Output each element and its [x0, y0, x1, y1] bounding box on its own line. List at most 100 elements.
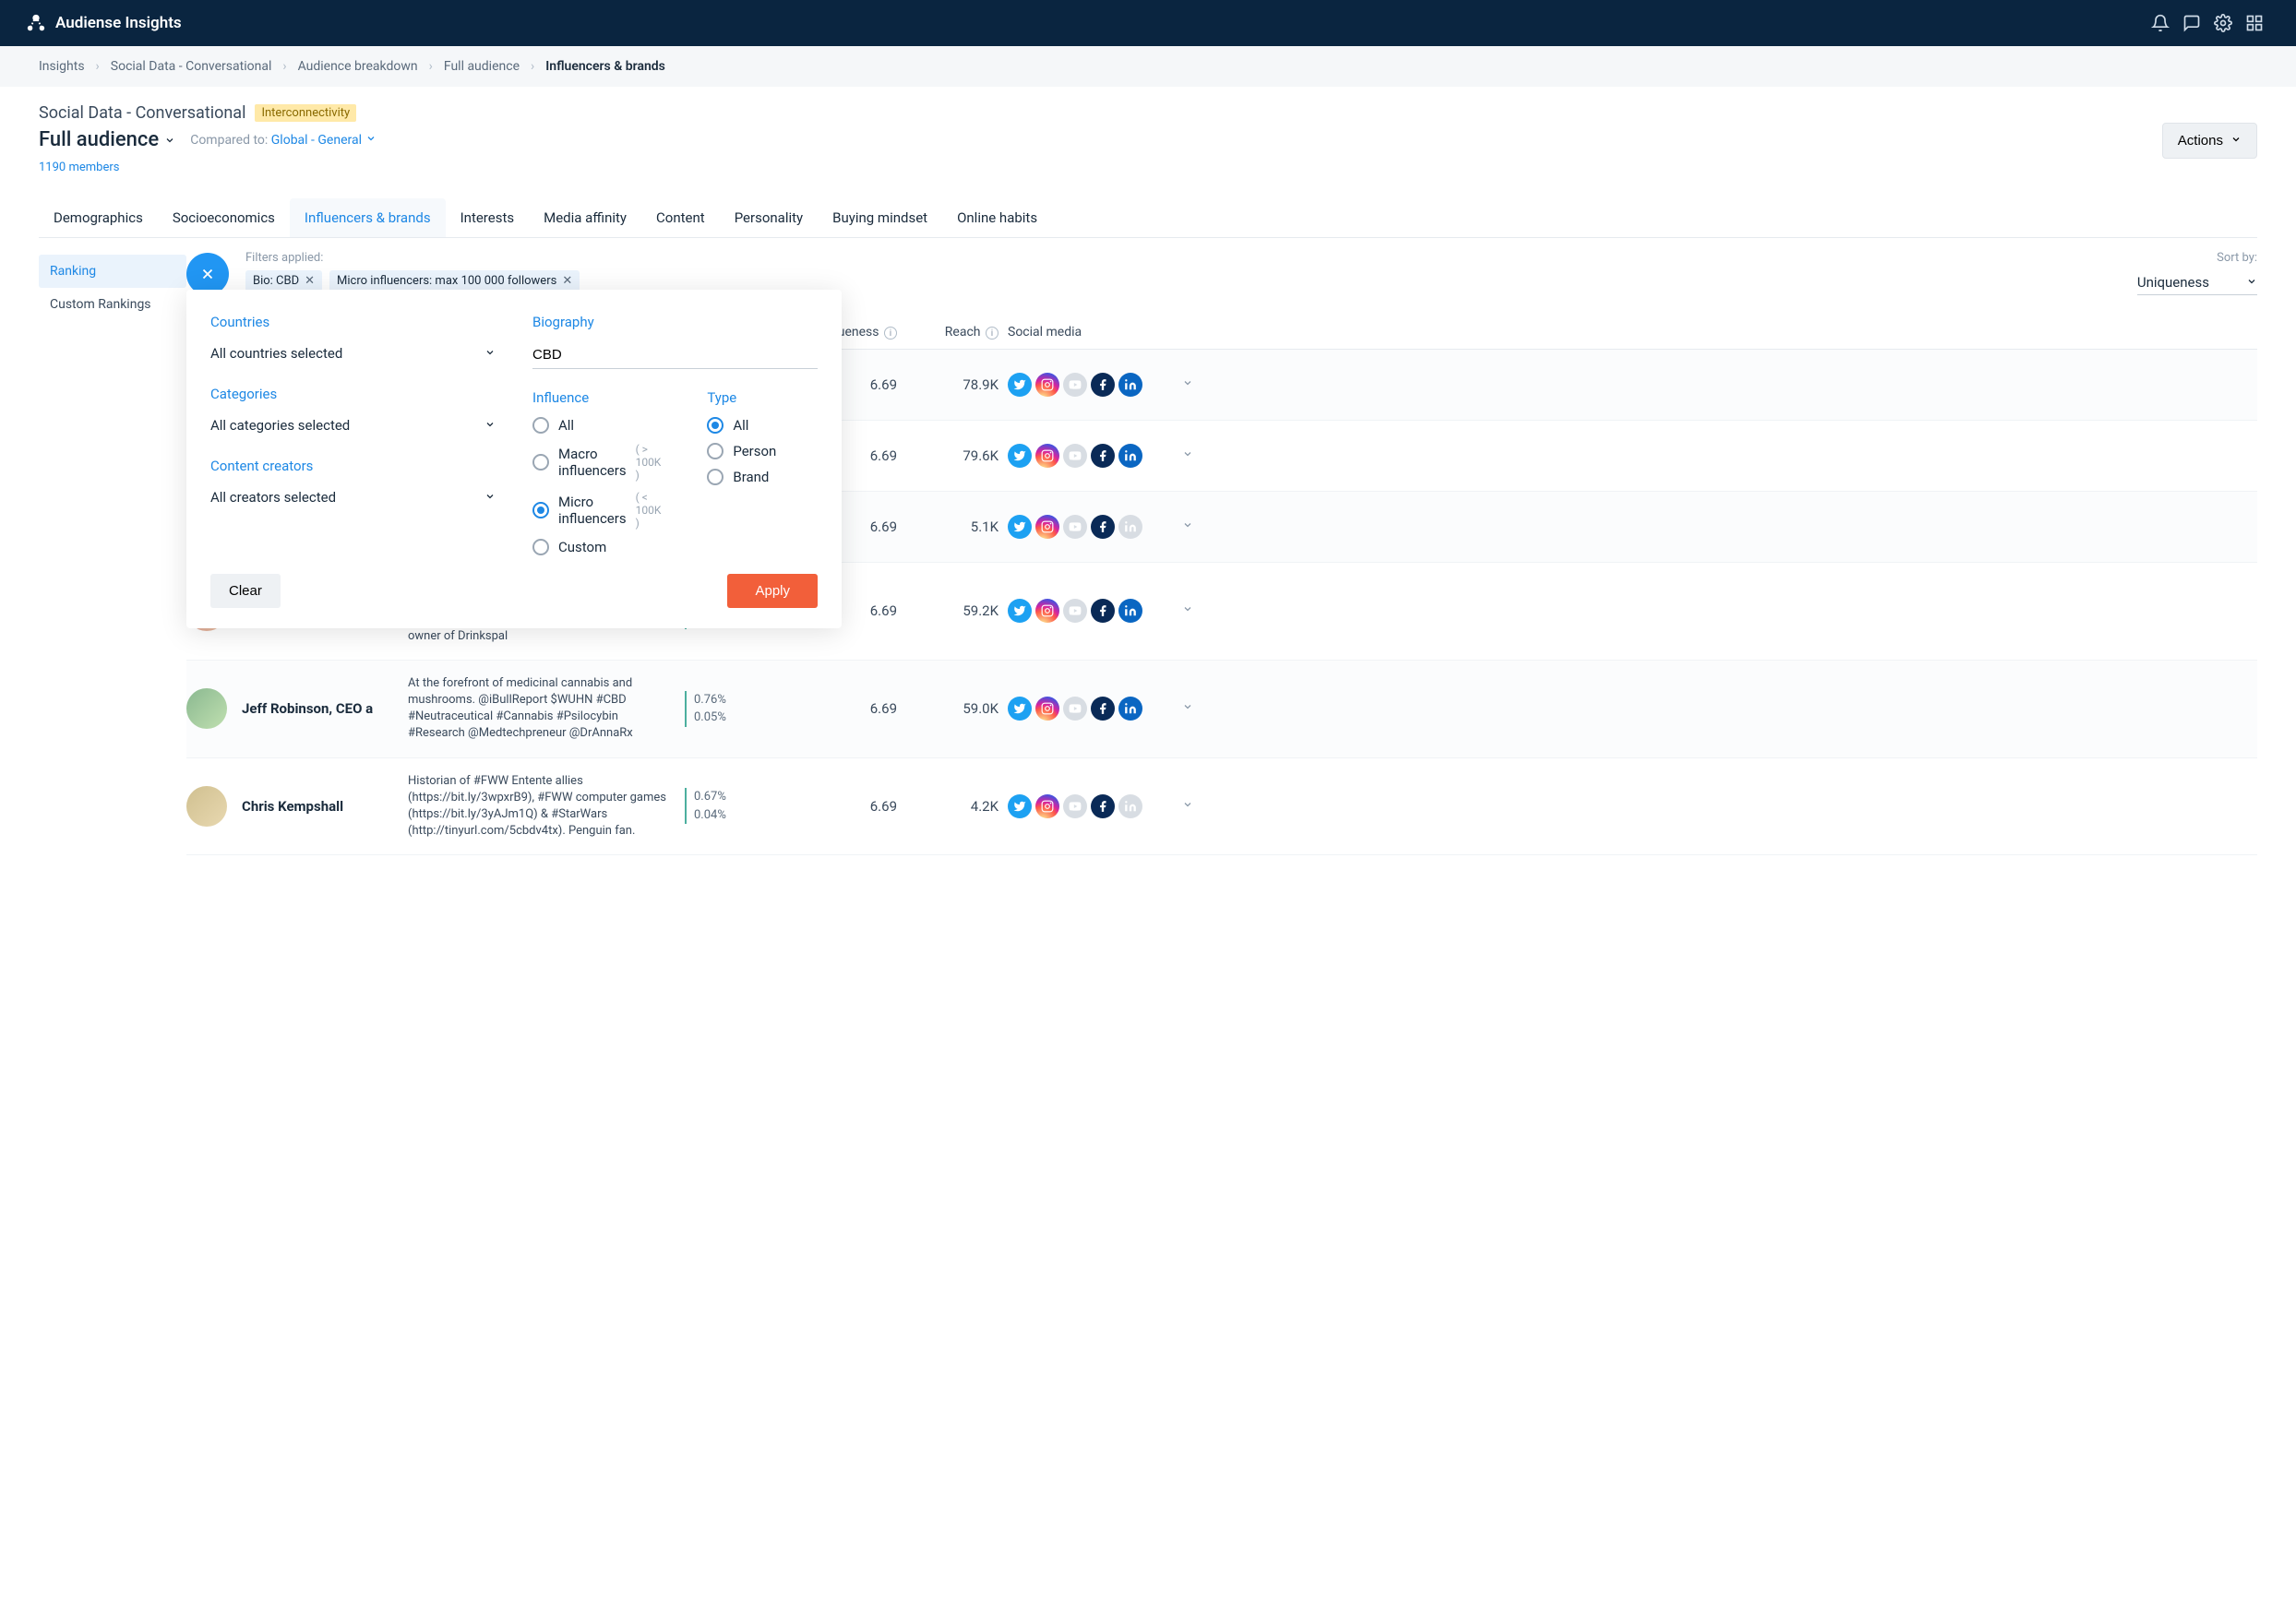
- radio-icon: [532, 454, 549, 471]
- tab-interests[interactable]: Interests: [446, 198, 530, 237]
- type-option[interactable]: Brand: [707, 469, 818, 485]
- filter-panel: Countries All countries selected Categor…: [186, 290, 842, 628]
- reach-value: 59.0K: [906, 700, 999, 717]
- influence-option[interactable]: Macro influencers( > 100K ): [532, 443, 661, 482]
- expand-row[interactable]: [1174, 377, 1202, 392]
- youtube-icon[interactable]: [1063, 599, 1087, 623]
- chevron-down-icon: [2246, 274, 2257, 291]
- tabs: DemographicsSocioeconomicsInfluencers & …: [39, 198, 2257, 238]
- filter-chip: Micro influencers: max 100 000 followers…: [329, 270, 580, 292]
- clear-button[interactable]: Clear: [210, 574, 281, 608]
- chevron-down-icon: [484, 417, 496, 434]
- expand-row[interactable]: [1174, 701, 1202, 716]
- tab-online-habits[interactable]: Online habits: [942, 198, 1052, 237]
- expand-row[interactable]: [1174, 519, 1202, 534]
- sidebar-item-ranking[interactable]: Ranking: [39, 255, 186, 288]
- influencer-name[interactable]: Jeff Robinson, CEO a: [242, 700, 399, 717]
- creators-dropdown[interactable]: All creators selected: [210, 485, 496, 509]
- breadcrumb-item[interactable]: Full audience: [444, 59, 520, 74]
- youtube-icon[interactable]: [1063, 373, 1087, 397]
- tab-content[interactable]: Content: [641, 198, 720, 237]
- influence-heading: Influence: [532, 389, 661, 406]
- linkedin-icon[interactable]: [1118, 515, 1142, 539]
- youtube-icon[interactable]: [1063, 444, 1087, 468]
- countries-dropdown[interactable]: All countries selected: [210, 341, 496, 365]
- tab-buying-mindset[interactable]: Buying mindset: [818, 198, 942, 237]
- reach-value: 78.9K: [906, 376, 999, 393]
- influence-option[interactable]: All: [532, 417, 661, 434]
- facebook-icon[interactable]: [1091, 373, 1115, 397]
- radio-icon: [532, 539, 549, 555]
- apply-button[interactable]: Apply: [727, 574, 818, 608]
- influence-option[interactable]: Custom: [532, 539, 661, 555]
- facebook-icon[interactable]: [1091, 444, 1115, 468]
- facebook-icon[interactable]: [1091, 599, 1115, 623]
- instagram-icon[interactable]: [1035, 599, 1059, 623]
- countries-heading: Countries: [210, 314, 496, 330]
- settings-icon[interactable]: [2207, 7, 2239, 39]
- app-logo[interactable]: Audiense Insights: [26, 13, 182, 33]
- linkedin-icon[interactable]: [1118, 444, 1142, 468]
- info-icon[interactable]: i: [884, 327, 897, 340]
- notifications-icon[interactable]: [2145, 7, 2176, 39]
- twitter-icon[interactable]: [1008, 373, 1032, 397]
- categories-dropdown[interactable]: All categories selected: [210, 413, 496, 437]
- chat-icon[interactable]: [2176, 7, 2207, 39]
- youtube-icon[interactable]: [1063, 515, 1087, 539]
- tab-demographics[interactable]: Demographics: [39, 198, 158, 237]
- main-content: Filters applied: Bio: CBD✕Micro influenc…: [186, 238, 2257, 855]
- twitter-icon[interactable]: [1008, 794, 1032, 818]
- expand-row[interactable]: [1174, 603, 1202, 618]
- twitter-icon[interactable]: [1008, 697, 1032, 721]
- instagram-icon[interactable]: [1035, 444, 1059, 468]
- breadcrumb-separator: ›: [531, 59, 534, 74]
- social-links: [1008, 515, 1165, 539]
- facebook-icon[interactable]: [1091, 794, 1115, 818]
- sort-dropdown[interactable]: Uniqueness: [2137, 270, 2257, 295]
- influencer-name[interactable]: Chris Kempshall: [242, 798, 399, 815]
- instagram-icon[interactable]: [1035, 373, 1059, 397]
- compared-link[interactable]: Global - General: [271, 133, 377, 148]
- info-icon[interactable]: i: [986, 327, 999, 340]
- chip-remove-icon[interactable]: ✕: [562, 274, 572, 288]
- youtube-icon[interactable]: [1063, 697, 1087, 721]
- breadcrumb-item[interactable]: Audience breakdown: [298, 59, 418, 74]
- instagram-icon[interactable]: [1035, 794, 1059, 818]
- expand-row[interactable]: [1174, 448, 1202, 463]
- breadcrumb-separator: ›: [96, 59, 100, 74]
- expand-row[interactable]: [1174, 799, 1202, 814]
- chip-remove-icon[interactable]: ✕: [305, 274, 315, 288]
- tab-media-affinity[interactable]: Media affinity: [529, 198, 641, 237]
- type-option[interactable]: Person: [707, 443, 818, 459]
- facebook-icon[interactable]: [1091, 697, 1115, 721]
- linkedin-icon[interactable]: [1118, 599, 1142, 623]
- instagram-icon[interactable]: [1035, 515, 1059, 539]
- facebook-icon[interactable]: [1091, 515, 1115, 539]
- audience-dropdown[interactable]: Full audience: [39, 128, 175, 151]
- avatar: [186, 688, 227, 729]
- twitter-icon[interactable]: [1008, 444, 1032, 468]
- chevron-down-icon: [2230, 133, 2242, 149]
- youtube-icon[interactable]: [1063, 794, 1087, 818]
- tab-influencers-brands[interactable]: Influencers & brands: [290, 198, 446, 237]
- breadcrumb-item[interactable]: Insights: [39, 59, 85, 74]
- twitter-icon[interactable]: [1008, 599, 1032, 623]
- breadcrumb-item[interactable]: Social Data - Conversational: [111, 59, 272, 74]
- twitter-icon[interactable]: [1008, 515, 1032, 539]
- apps-icon[interactable]: [2239, 7, 2270, 39]
- biography-input[interactable]: [532, 341, 818, 369]
- uniqueness-value: 6.69: [777, 700, 897, 717]
- tab-socioeconomics[interactable]: Socioeconomics: [158, 198, 290, 237]
- linkedin-icon[interactable]: [1118, 697, 1142, 721]
- linkedin-icon[interactable]: [1118, 373, 1142, 397]
- tab-personality[interactable]: Personality: [720, 198, 818, 237]
- influence-option[interactable]: Micro influencers( < 100K ): [532, 491, 661, 530]
- sidebar-item-custom-rankings[interactable]: Custom Rankings: [39, 288, 186, 321]
- instagram-icon[interactable]: [1035, 697, 1059, 721]
- linkedin-icon[interactable]: [1118, 794, 1142, 818]
- actions-button[interactable]: Actions: [2162, 123, 2257, 159]
- members-link[interactable]: 1190 members: [39, 161, 119, 174]
- type-option[interactable]: All: [707, 417, 818, 434]
- logo-icon: [26, 13, 46, 33]
- reach-value: 59.2K: [906, 602, 999, 619]
